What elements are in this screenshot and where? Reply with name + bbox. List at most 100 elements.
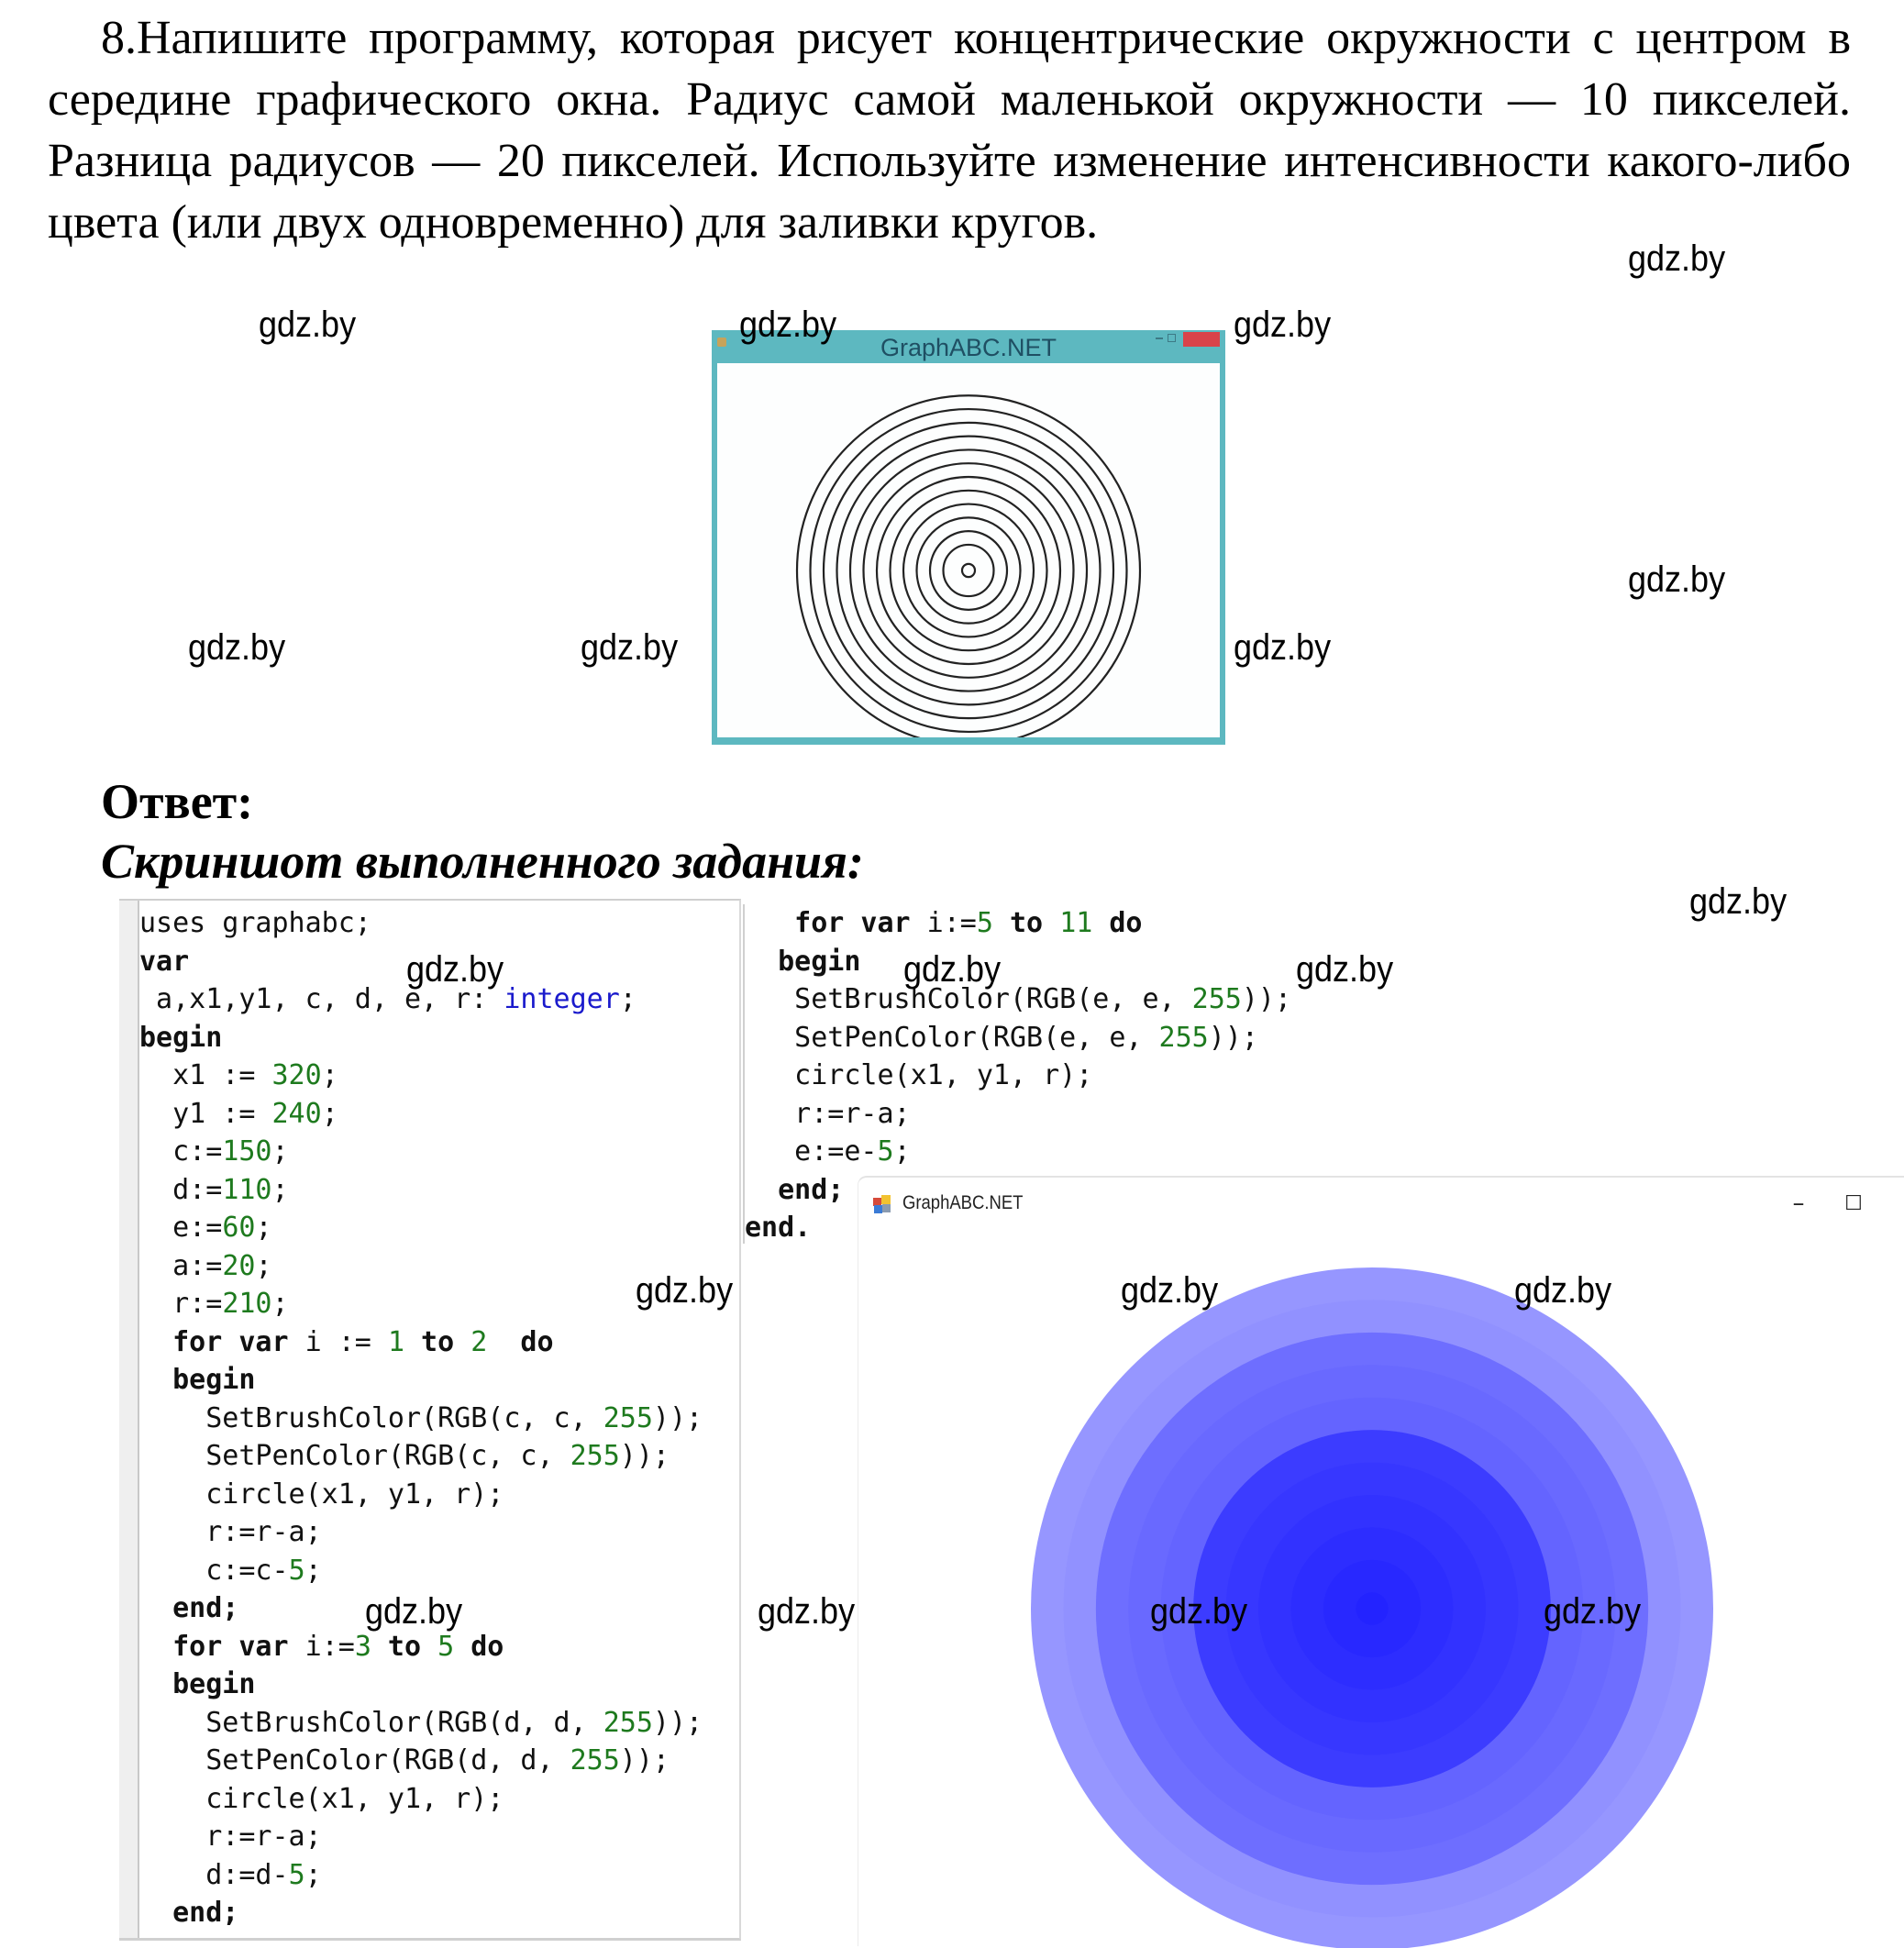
code-line: begin (139, 1019, 703, 1057)
code-line: circle(x1, y1, r); (139, 1476, 703, 1514)
ring-12 (809, 407, 1128, 734)
code-token: to (992, 907, 1060, 939)
watermark: gdz.by (259, 304, 357, 345)
code-token: for var (745, 907, 911, 939)
code-token: c:= (139, 1135, 223, 1168)
concentric-rings (795, 394, 1142, 737)
code-token: circle(x1, y1, r); (139, 1782, 504, 1815)
code-line: for var i:=5 to 11 do (745, 904, 1291, 943)
watermark: gdz.by (406, 949, 504, 990)
watermark: gdz.by (1150, 1591, 1248, 1632)
code-line: SetBrushColor(RGB(c, c, 255)); (139, 1400, 703, 1438)
code-token: i:= (288, 1630, 355, 1663)
code-line: a:=20; (139, 1247, 703, 1286)
code-token: 255 (603, 1706, 653, 1739)
code-token: begin (139, 1021, 223, 1054)
code-token: )); (619, 1440, 670, 1472)
ring-11 (822, 421, 1115, 720)
code-token: 255 (1191, 983, 1242, 1015)
code-token: 320 (271, 1059, 322, 1091)
answer-heading: Ответ: (101, 774, 254, 829)
watermark: gdz.by (365, 1591, 463, 1632)
code-token: 5 (288, 1554, 305, 1587)
code-token: 255 (1158, 1021, 1209, 1054)
answer-subtitle: Скриншот выполненного задания: (101, 834, 864, 889)
maximize-icon (1168, 334, 1176, 342)
code-line: d:=110; (139, 1171, 703, 1210)
code-token: e:=e- (745, 1135, 878, 1168)
code-line: c:=c-5; (139, 1552, 703, 1590)
watermark: gdz.by (903, 949, 1002, 990)
code-token: begin (139, 1668, 256, 1700)
ring-5 (902, 503, 1035, 638)
code-token: for var (139, 1630, 289, 1663)
code-line: end; (139, 1894, 703, 1932)
ring-8 (862, 462, 1075, 679)
watermark: gdz.by (1121, 1270, 1219, 1311)
code-line: r:=210; (139, 1285, 703, 1323)
code-token: SetBrushColor(RGB(c, c, (139, 1401, 603, 1434)
watermark: gdz.by (636, 1270, 734, 1311)
code-token: to (404, 1325, 471, 1358)
code-line: for var i:=3 to 5 do (139, 1628, 703, 1666)
code-token: ; (321, 1059, 338, 1091)
code-token: a:= (139, 1249, 223, 1282)
code-line: begin (745, 943, 1291, 981)
result-graphabc-window: GraphABC.NET – ☐ ✕ (858, 1176, 1904, 1948)
code-token: for var (139, 1325, 289, 1358)
code-token: r:=r-a; (745, 1097, 911, 1130)
code-token: r:=r-a; (139, 1821, 322, 1853)
code-token: 110 (222, 1173, 272, 1206)
code-line: begin (139, 1361, 703, 1400)
code-token: )); (1208, 1021, 1258, 1054)
watermark: gdz.by (758, 1591, 856, 1632)
code-token: e:= (139, 1212, 223, 1244)
ring-2 (942, 543, 995, 598)
code-token: )); (652, 1706, 703, 1739)
code-token: ; (304, 1554, 322, 1587)
code-token: i := (288, 1325, 388, 1358)
code-token: 5 (976, 907, 993, 939)
code-token: ; (619, 983, 637, 1015)
example-window-canvas (717, 363, 1220, 737)
watermark: gdz.by (1296, 949, 1394, 990)
watermark: gdz.by (1689, 881, 1788, 922)
code-token: 210 (222, 1288, 272, 1320)
code-token: r:= (139, 1288, 223, 1320)
code-token: 1 (387, 1325, 404, 1358)
code-token: d:=d- (139, 1858, 289, 1891)
code-line: begin (139, 1666, 703, 1704)
minimize-icon (1156, 338, 1163, 339)
watermark: gdz.by (1544, 1591, 1642, 1632)
filled-circles-canvas (1031, 1267, 1713, 1948)
code-token: SetBrushColor(RGB(d, d, (139, 1706, 603, 1739)
code-editor-left: uses graphabc; var a,x1,y1, c, d, e, r: i… (119, 899, 741, 1941)
code-line: c:=150; (139, 1133, 703, 1171)
task-text: 8.Напишите программу, которая рисует кон… (48, 12, 1851, 249)
code-token: 5 (437, 1630, 455, 1663)
ring-6 (889, 489, 1048, 652)
code-token: do (454, 1630, 504, 1663)
ring-1 (960, 562, 977, 579)
code-line: uses graphabc; (139, 904, 703, 943)
code-token: ; (321, 1097, 338, 1130)
code-token: 255 (603, 1401, 653, 1434)
code-token: d:= (139, 1173, 223, 1206)
code-token: end; (139, 1592, 239, 1624)
code-line: e:=e-5; (745, 1133, 1291, 1171)
code-token: SetPenColor(RGB(e, e, (745, 1021, 1159, 1054)
code-line: SetPenColor(RGB(d, d, 255)); (139, 1742, 703, 1780)
watermark: gdz.by (581, 627, 679, 668)
code-token: end; (745, 1173, 845, 1206)
code-token: ; (271, 1173, 289, 1206)
code-token: to (371, 1630, 438, 1663)
code-token: y1 := (139, 1097, 272, 1130)
code-token: 240 (271, 1097, 322, 1130)
code-lines-left: uses graphabc; var a,x1,y1, c, d, e, r: i… (139, 904, 703, 1932)
ring-4 (915, 516, 1022, 625)
code-token: x1 := (139, 1059, 272, 1091)
code-token: circle(x1, y1, r); (745, 1059, 1093, 1091)
watermark: gdz.by (188, 627, 286, 668)
code-line: r:=r-a; (745, 1095, 1291, 1134)
code-line: e:=60; (139, 1209, 703, 1247)
